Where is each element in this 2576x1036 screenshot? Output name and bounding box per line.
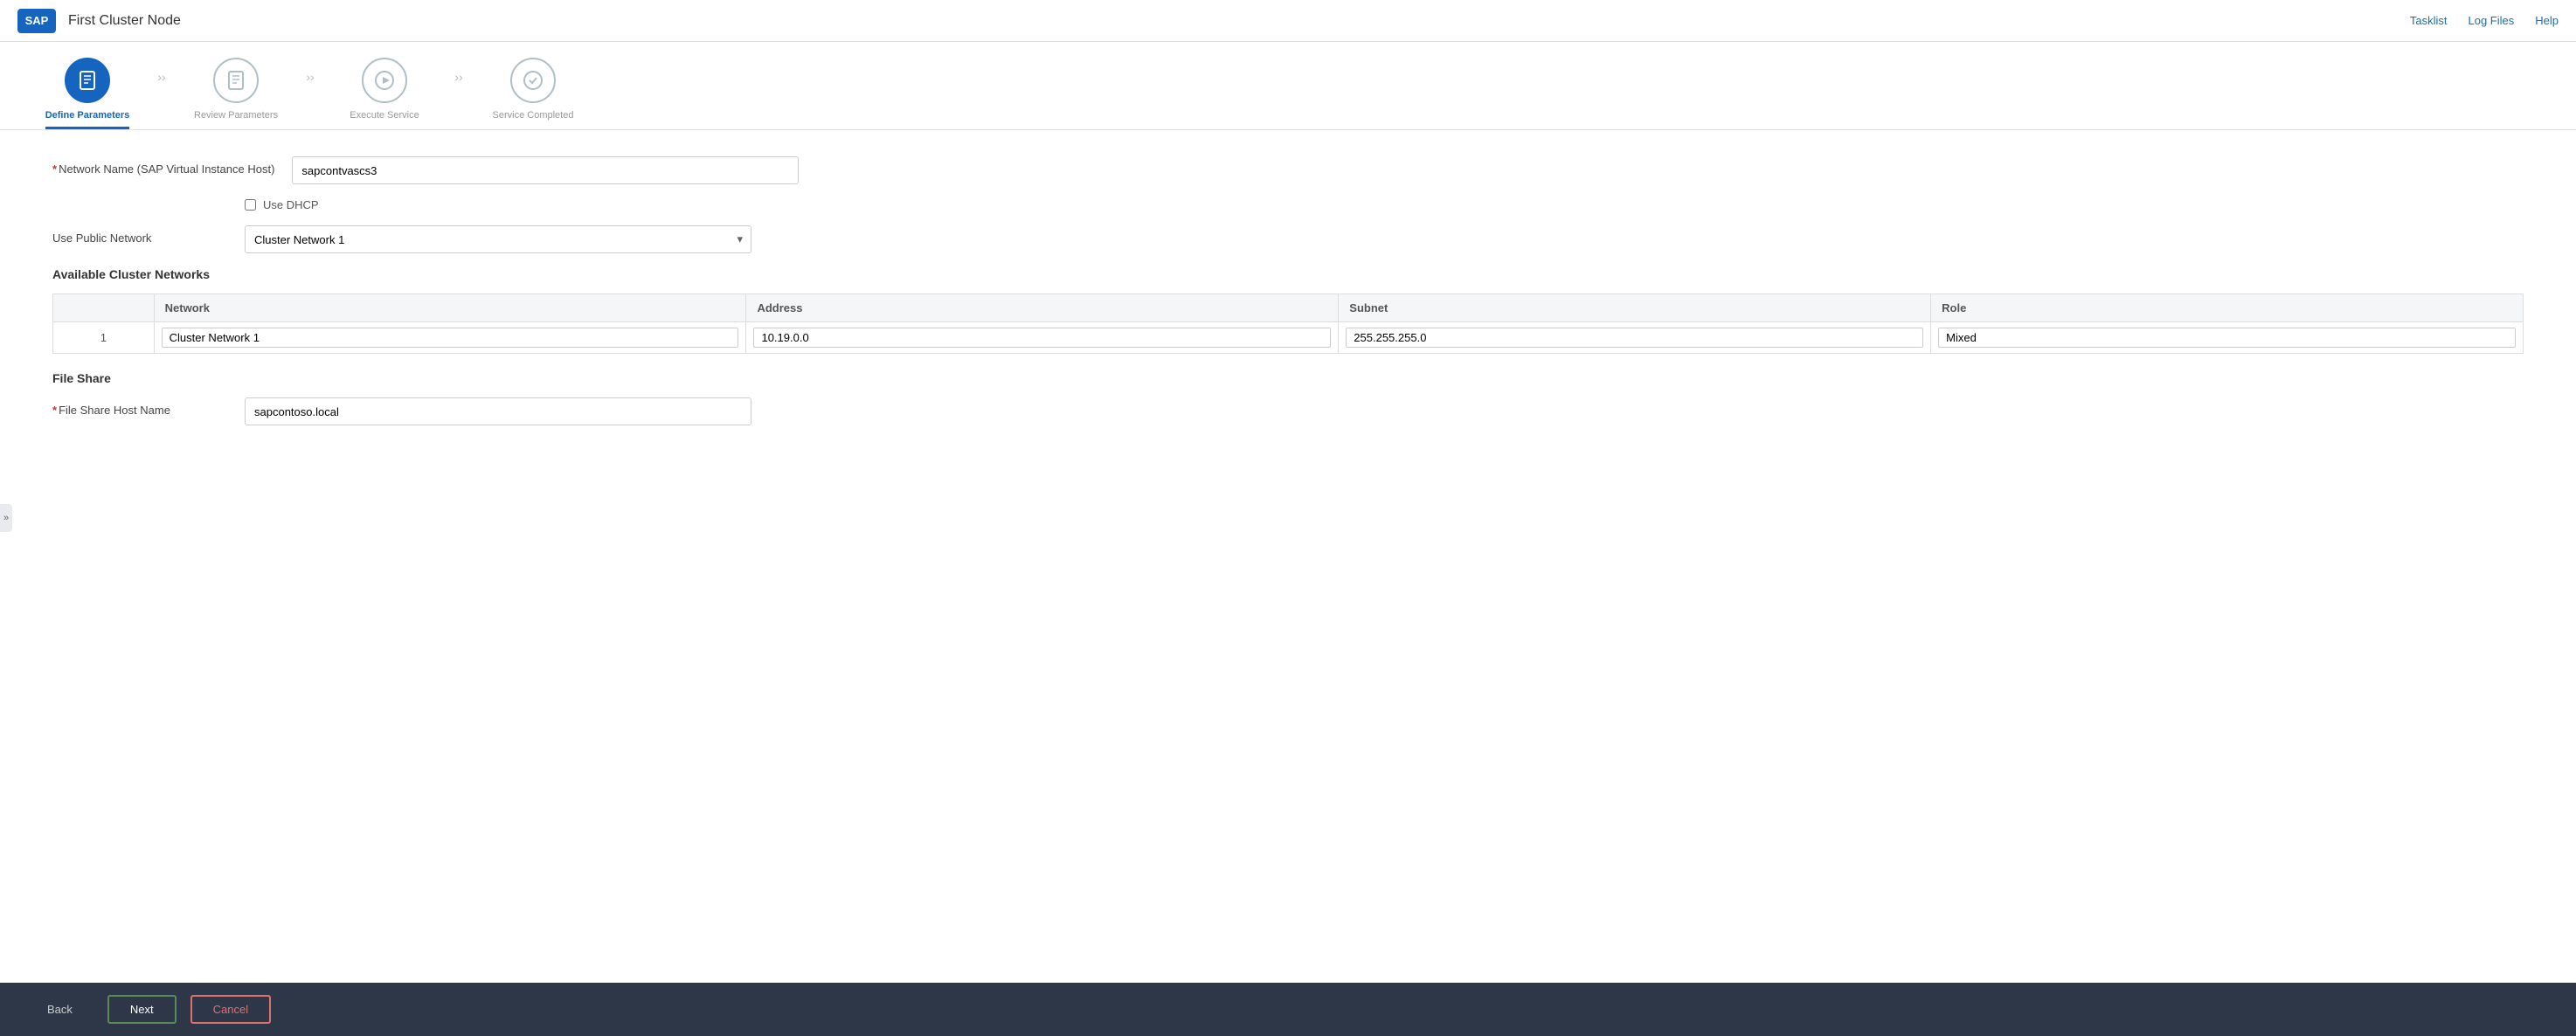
back-button[interactable]: Back <box>26 997 93 1022</box>
col-num <box>53 294 155 322</box>
row-address <box>746 322 1339 354</box>
define-step-label: Define Parameters <box>45 110 130 129</box>
wizard-step-execute[interactable]: Execute Service <box>332 58 437 129</box>
wizard-step-define[interactable]: Define Parameters <box>35 58 140 129</box>
row-role-input[interactable] <box>1938 328 2516 348</box>
use-public-network-select-wrapper: Cluster Network 1 Cluster Network 2 <box>245 225 751 253</box>
completed-step-icon <box>510 58 556 103</box>
file-share-host-input-wrapper <box>245 397 751 425</box>
tasklist-link[interactable]: Tasklist <box>2410 14 2448 27</box>
use-dhcp-row: Use DHCP <box>245 198 2524 211</box>
sidebar-toggle[interactable]: » <box>0 504 12 532</box>
page-title: First Cluster Node <box>68 13 181 29</box>
logfiles-link[interactable]: Log Files <box>2469 14 2515 27</box>
execute-step-icon <box>362 58 407 103</box>
file-share-required: * <box>52 404 57 417</box>
col-role: Role <box>1931 294 2524 322</box>
use-dhcp-checkbox[interactable] <box>245 199 256 211</box>
file-share-host-row: *File Share Host Name <box>52 397 2524 425</box>
row-network <box>154 322 746 354</box>
define-step-icon <box>65 58 110 103</box>
wizard-arrow-1: ›› <box>140 58 184 84</box>
header-nav: Tasklist Log Files Help <box>2410 14 2559 27</box>
review-step-icon <box>213 58 259 103</box>
wizard-arrow-2: ›› <box>288 58 332 84</box>
main-content: *Network Name (SAP Virtual Instance Host… <box>0 130 2576 983</box>
next-button[interactable]: Next <box>107 995 177 1024</box>
cancel-button[interactable]: Cancel <box>190 995 271 1024</box>
table-row: 1 <box>53 322 2524 354</box>
use-public-network-row: Use Public Network Cluster Network 1 Clu… <box>52 225 2524 253</box>
row-address-input[interactable] <box>753 328 1331 348</box>
col-network: Network <box>154 294 746 322</box>
sap-logo: SAP <box>17 9 56 33</box>
wizard-arrow-3: ›› <box>437 58 481 84</box>
review-step-label: Review Parameters <box>194 110 278 129</box>
wizard-step-review[interactable]: Review Parameters <box>184 58 288 129</box>
file-share-host-label: *File Share Host Name <box>52 397 227 418</box>
header: SAP First Cluster Node Tasklist Log File… <box>0 0 2576 42</box>
network-name-input[interactable] <box>292 156 799 184</box>
row-role <box>1931 322 2524 354</box>
execute-step-label: Execute Service <box>350 110 419 129</box>
network-name-required: * <box>52 162 57 176</box>
network-name-input-wrapper <box>292 156 799 184</box>
use-public-network-select[interactable]: Cluster Network 1 Cluster Network 2 <box>245 225 751 253</box>
use-public-network-wrapper: Cluster Network 1 Cluster Network 2 <box>245 225 751 253</box>
row-subnet-input[interactable] <box>1346 328 1923 348</box>
file-share-host-input[interactable] <box>245 397 751 425</box>
network-name-row: *Network Name (SAP Virtual Instance Host… <box>52 156 2524 184</box>
completed-step-label: Service Completed <box>493 110 574 129</box>
use-public-network-label: Use Public Network <box>52 225 227 246</box>
row-num: 1 <box>53 322 155 354</box>
row-network-input[interactable] <box>162 328 739 348</box>
header-left: SAP First Cluster Node <box>17 9 181 33</box>
wizard-steps: Define Parameters ›› Review Parameters ›… <box>0 42 2576 130</box>
cluster-table: Network Address Subnet Role 1 <box>52 294 2524 354</box>
help-link[interactable]: Help <box>2535 14 2559 27</box>
col-subnet: Subnet <box>1339 294 1931 322</box>
col-address: Address <box>746 294 1339 322</box>
wizard-step-completed[interactable]: Service Completed <box>481 58 585 129</box>
row-subnet <box>1339 322 1931 354</box>
network-name-label: *Network Name (SAP Virtual Instance Host… <box>52 156 274 177</box>
footer: Back Next Cancel <box>0 983 2576 1036</box>
use-dhcp-label: Use DHCP <box>263 198 319 211</box>
file-share-title: File Share <box>52 371 2524 385</box>
available-cluster-networks-title: Available Cluster Networks <box>52 267 2524 281</box>
